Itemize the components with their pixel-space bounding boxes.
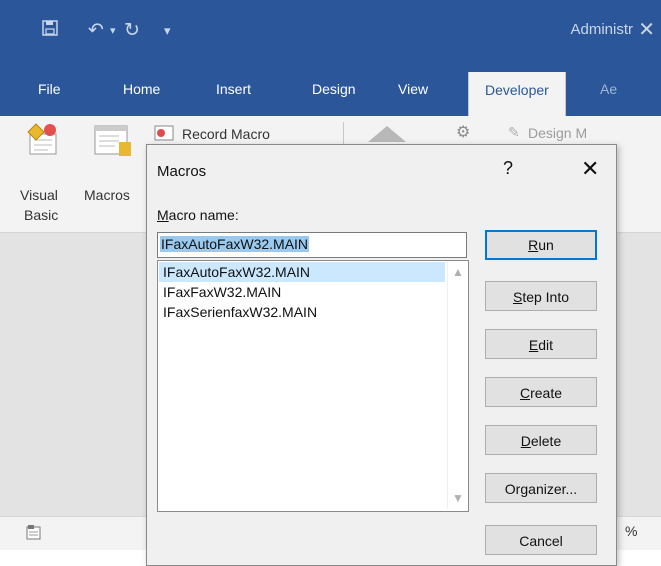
customize-qat-icon[interactable]: ▾	[164, 20, 171, 42]
tab-file[interactable]: File	[38, 81, 61, 97]
window-title: Administr	[570, 21, 633, 38]
design-mode-label[interactable]: Design M	[528, 125, 587, 141]
delete-button[interactable]: Delete	[485, 425, 597, 455]
step-into-button[interactable]: Step Into	[485, 281, 597, 311]
zoom-level[interactable]: %	[625, 523, 637, 539]
window-close-icon[interactable]: ✕	[638, 17, 655, 42]
macro-name-label-text: acro name:	[168, 207, 239, 223]
macros-icon[interactable]	[93, 124, 133, 158]
macro-name-value[interactable]: IFaxAutoFaxW32.MAIN	[160, 236, 310, 252]
list-item[interactable]: IFaxFaxW32.MAIN	[159, 282, 445, 302]
gear-icon[interactable]: ⚙	[456, 122, 470, 142]
help-icon[interactable]: ?	[503, 158, 513, 179]
save-icon[interactable]	[42, 20, 58, 42]
close-icon[interactable]: ✕	[581, 156, 599, 182]
tab-ae[interactable]: Ae	[600, 81, 617, 97]
dialog-title: Macros	[157, 163, 207, 180]
macro-status-icon[interactable]	[26, 524, 42, 545]
macros-label[interactable]: Macros	[84, 186, 130, 204]
cancel-button[interactable]: Cancel	[485, 525, 597, 555]
list-scrollbar[interactable]: ▲ ▼	[447, 261, 468, 509]
visual-basic-label-1[interactable]: Visual	[20, 186, 58, 204]
create-button[interactable]: Create	[485, 377, 597, 407]
tab-home[interactable]: Home	[123, 81, 160, 97]
visual-basic-icon[interactable]	[24, 122, 62, 156]
undo-dropdown-icon[interactable]: ▾	[110, 20, 116, 42]
organizer-button[interactable]: Organizer...	[485, 473, 597, 503]
macro-name-mnemonic: M	[157, 207, 169, 223]
run-button[interactable]: Run	[485, 230, 597, 260]
design-mode-icon[interactable]: ✎	[508, 124, 520, 141]
tab-insert[interactable]: Insert	[216, 81, 251, 97]
macros-dialog: Macros ? ✕ Macro name: IFaxAutoFaxW32.MA…	[146, 144, 617, 566]
title-bar: ↶ ▾ ↻ ▾ Administr ✕	[0, 0, 661, 64]
visual-basic-label-2[interactable]: Basic	[24, 206, 58, 224]
macro-name-label: Macro name:	[157, 207, 239, 223]
list-item[interactable]: IFaxAutoFaxW32.MAIN	[159, 262, 445, 282]
tab-developer[interactable]: Developer	[468, 72, 566, 116]
scroll-up-icon[interactable]: ▲	[452, 265, 464, 279]
record-macro-icon[interactable]	[154, 125, 174, 141]
undo-icon[interactable]: ↶	[88, 20, 104, 42]
edit-button[interactable]: Edit	[485, 329, 597, 359]
redo-icon[interactable]: ↻	[124, 20, 140, 42]
macro-name-input[interactable]: IFaxAutoFaxW32.MAIN	[157, 232, 467, 258]
scroll-down-icon[interactable]: ▼	[452, 491, 464, 505]
tab-view[interactable]: View	[398, 81, 428, 97]
macro-list[interactable]: IFaxAutoFaxW32.MAIN IFaxFaxW32.MAIN IFax…	[157, 260, 469, 512]
list-item[interactable]: IFaxSerienfaxW32.MAIN	[159, 302, 445, 322]
record-macro-label[interactable]: Record Macro	[182, 125, 270, 143]
tab-design[interactable]: Design	[312, 81, 356, 97]
ribbon-tabs: File Home Insert Design View Developer A…	[0, 64, 661, 116]
